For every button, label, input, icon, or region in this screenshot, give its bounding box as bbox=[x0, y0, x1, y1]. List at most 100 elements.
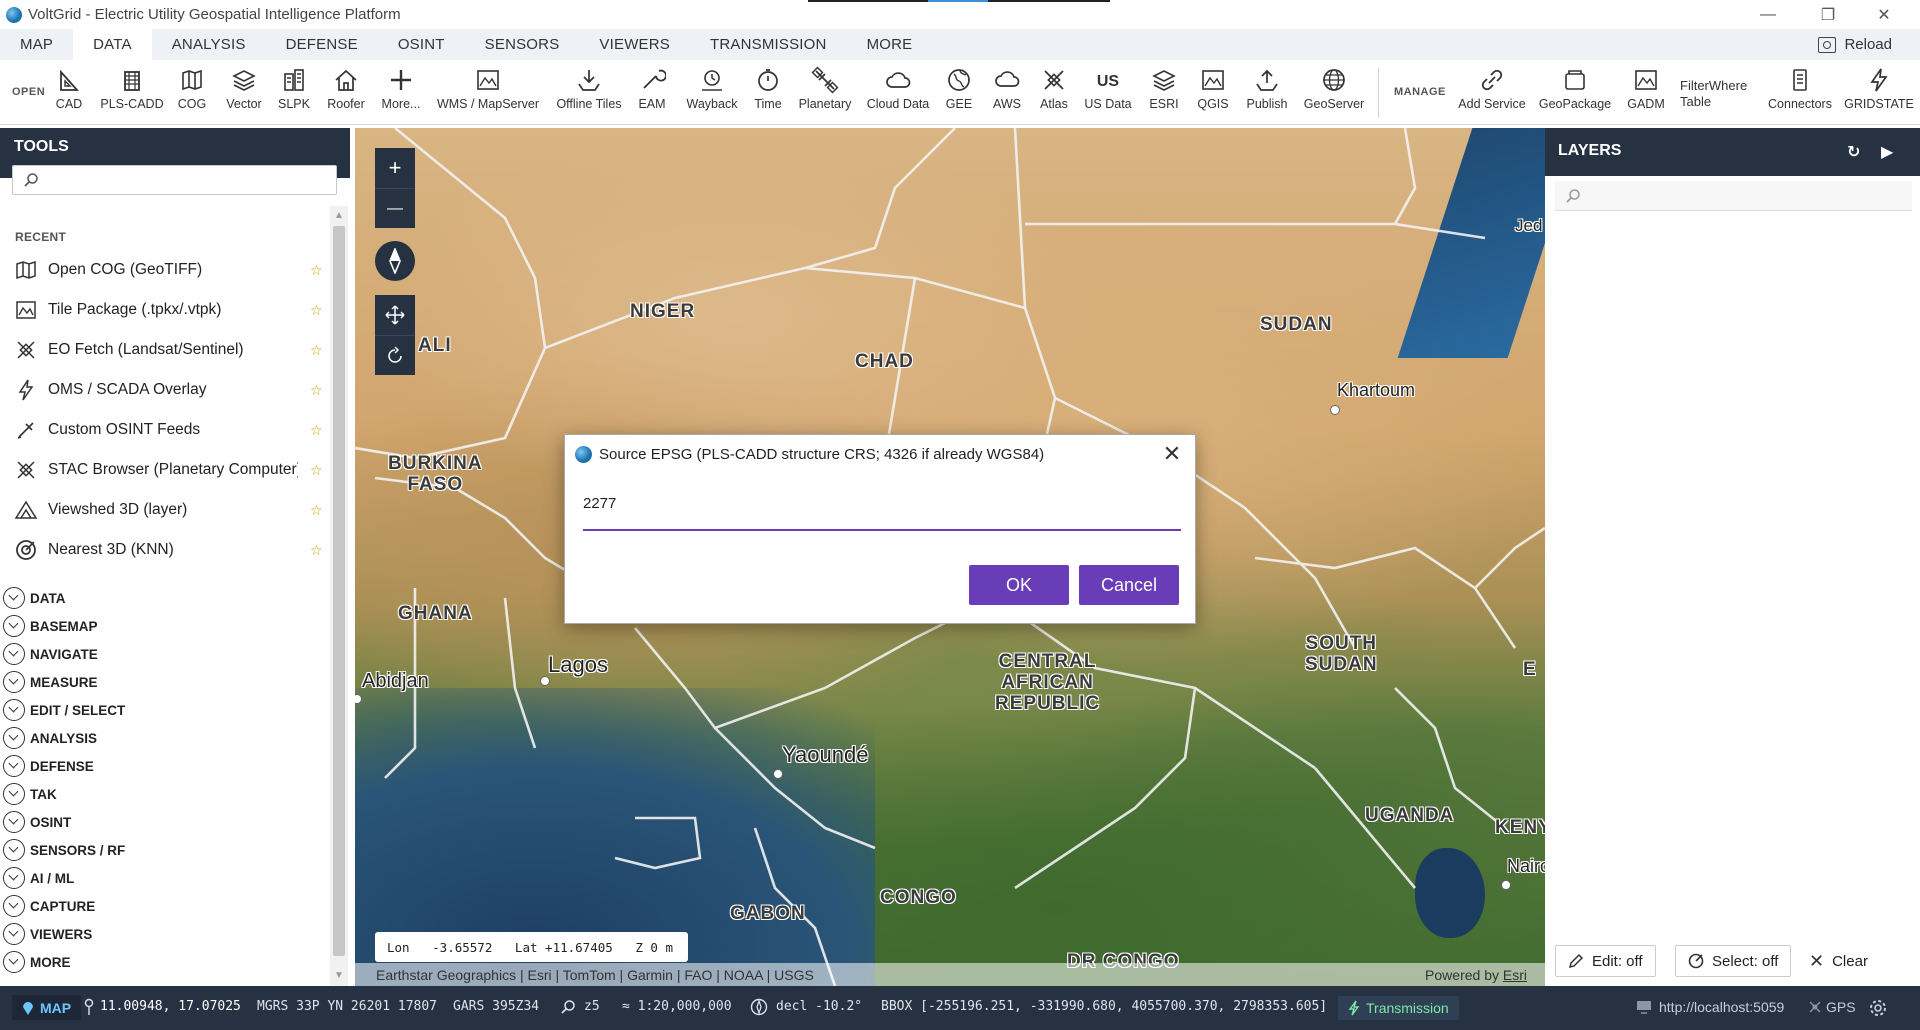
play-icon[interactable]: ▶ bbox=[1881, 142, 1893, 162]
recent-item-osint-feeds[interactable]: Custom OSINT Feeds ☆ bbox=[0, 410, 330, 450]
favorite-star-icon[interactable]: ☆ bbox=[310, 542, 323, 559]
tab-osint[interactable]: OSINT bbox=[378, 29, 465, 60]
scroll-down-icon[interactable]: ▼ bbox=[334, 970, 344, 981]
rotate-button[interactable] bbox=[375, 335, 415, 375]
cog-button[interactable]: COG bbox=[176, 66, 208, 120]
tab-viewers[interactable]: VIEWERS bbox=[579, 29, 690, 60]
compass-button[interactable] bbox=[375, 241, 415, 281]
offline-tiles-button[interactable]: Offline Tiles bbox=[554, 66, 624, 120]
tab-defense[interactable]: DEFENSE bbox=[266, 29, 378, 60]
tab-data[interactable]: DATA bbox=[73, 29, 152, 60]
category-ai-ml[interactable]: AI / ML bbox=[0, 864, 330, 892]
filterwhere-table-button[interactable]: FilterWhere Table bbox=[1680, 66, 1752, 120]
minimize-button[interactable]: — bbox=[1740, 0, 1796, 29]
favorite-star-icon[interactable]: ☆ bbox=[310, 462, 323, 479]
ok-button[interactable]: OK bbox=[969, 565, 1069, 605]
zoom-in-button[interactable]: + bbox=[375, 148, 415, 188]
tab-more[interactable]: MORE bbox=[847, 29, 933, 60]
cancel-button[interactable]: Cancel bbox=[1079, 565, 1179, 605]
esri-button[interactable]: ESRI bbox=[1148, 66, 1180, 120]
close-window-button[interactable]: ✕ bbox=[1856, 0, 1912, 29]
add-service-button[interactable]: Add Service bbox=[1458, 66, 1526, 120]
gridstate-button[interactable]: GRIDSTATE bbox=[1844, 66, 1914, 120]
favorite-star-icon[interactable]: ☆ bbox=[310, 342, 323, 359]
wayback-button[interactable]: Wayback bbox=[684, 66, 740, 120]
planetary-button[interactable]: Planetary bbox=[798, 66, 852, 120]
reload-button[interactable]: Reload bbox=[1818, 29, 1892, 60]
favorite-star-icon[interactable]: ☆ bbox=[310, 262, 323, 279]
more-open-button[interactable]: More... bbox=[380, 66, 422, 120]
esri-link[interactable]: Esri bbox=[1503, 967, 1527, 983]
epsg-input[interactable]: 2277 bbox=[583, 487, 1181, 531]
tools-search-input[interactable] bbox=[12, 165, 337, 195]
eam-button[interactable]: EAM bbox=[636, 66, 668, 120]
category-sensors-rf[interactable]: SENSORS / RF bbox=[0, 836, 330, 864]
category-data[interactable]: DATA bbox=[0, 584, 330, 612]
layers-search-input[interactable] bbox=[1555, 181, 1912, 211]
connectors-button[interactable]: Connectors bbox=[1766, 66, 1834, 120]
category-capture[interactable]: CAPTURE bbox=[0, 892, 330, 920]
slpk-button[interactable]: SLPK bbox=[278, 66, 310, 120]
status-map-button[interactable]: MAP bbox=[12, 995, 82, 1020]
roofer-button[interactable]: Roofer bbox=[326, 66, 366, 120]
geoserver-button[interactable]: GeoServer bbox=[1304, 66, 1364, 120]
recent-item-oms-scada[interactable]: OMS / SCADA Overlay ☆ bbox=[0, 370, 330, 410]
recent-item-tile-package[interactable]: Tile Package (.tpkx/.vtpk) ☆ bbox=[0, 290, 330, 330]
tab-map[interactable]: MAP bbox=[0, 29, 73, 60]
category-analysis[interactable]: ANALYSIS bbox=[0, 724, 330, 752]
gee-button[interactable]: GEE bbox=[944, 66, 974, 120]
favorite-star-icon[interactable]: ☆ bbox=[310, 302, 323, 319]
scroll-up-icon[interactable]: ▲ bbox=[334, 210, 344, 221]
us-data-button[interactable]: US US Data bbox=[1084, 66, 1132, 120]
category-osint[interactable]: OSINT bbox=[0, 808, 330, 836]
favorite-star-icon[interactable]: ☆ bbox=[310, 502, 323, 519]
scroll-thumb[interactable] bbox=[333, 226, 345, 956]
gadm-button[interactable]: GADM bbox=[1626, 66, 1666, 120]
cloud-data-button[interactable]: Cloud Data bbox=[866, 66, 930, 120]
category-more[interactable]: MORE bbox=[0, 948, 330, 976]
recent-item-eo-fetch[interactable]: EO Fetch (Landsat/Sentinel) ☆ bbox=[0, 330, 330, 370]
pan-button[interactable] bbox=[375, 295, 415, 335]
time-button[interactable]: Time bbox=[752, 66, 784, 120]
gear-icon[interactable] bbox=[1868, 998, 1888, 1018]
category-defense[interactable]: DEFENSE bbox=[0, 752, 330, 780]
chevron-down-icon bbox=[3, 923, 25, 945]
clear-button[interactable]: ✕ Clear bbox=[1797, 945, 1880, 977]
edit-toggle-button[interactable]: Edit: off bbox=[1555, 945, 1656, 977]
transmission-status-button[interactable]: Transmission bbox=[1338, 996, 1459, 1020]
refresh-layers-icon[interactable]: ↻ bbox=[1847, 142, 1860, 162]
geopackage-button[interactable]: GeoPackage bbox=[1539, 66, 1611, 120]
cad-button[interactable]: CAD bbox=[52, 66, 86, 120]
layers-header: LAYERS ↻ ▶ bbox=[1545, 128, 1920, 176]
select-toggle-button[interactable]: Select: off bbox=[1675, 945, 1792, 977]
tab-sensors[interactable]: SENSORS bbox=[465, 29, 580, 60]
category-viewers[interactable]: VIEWERS bbox=[0, 920, 330, 948]
category-measure[interactable]: MEASURE bbox=[0, 668, 330, 696]
publish-button[interactable]: Publish bbox=[1244, 66, 1290, 120]
category-basemap[interactable]: BASEMAP bbox=[0, 612, 330, 640]
zoom-out-button[interactable]: — bbox=[375, 188, 415, 228]
category-tak[interactable]: TAK bbox=[0, 780, 330, 808]
aws-button[interactable]: AWS bbox=[990, 66, 1024, 120]
recent-item-nearest-3d[interactable]: Nearest 3D (KNN) ☆ bbox=[0, 530, 330, 570]
category-edit-select[interactable]: EDIT / SELECT bbox=[0, 696, 330, 724]
city-dot-nairobi bbox=[1501, 880, 1511, 890]
tab-analysis[interactable]: ANALYSIS bbox=[152, 29, 266, 60]
wms-mapserver-button[interactable]: WMS / MapServer bbox=[436, 66, 540, 120]
select-target-icon bbox=[1688, 953, 1704, 969]
tools-scrollbar[interactable]: ▲ ▼ bbox=[330, 206, 348, 986]
tab-transmission[interactable]: TRANSMISSION bbox=[690, 29, 847, 60]
pls-cadd-button[interactable]: PLS-CADD bbox=[100, 66, 164, 120]
category-navigate[interactable]: NAVIGATE bbox=[0, 640, 330, 668]
favorite-star-icon[interactable]: ☆ bbox=[310, 422, 323, 439]
restore-button[interactable]: ❐ bbox=[1800, 0, 1856, 29]
vector-button[interactable]: Vector bbox=[224, 66, 264, 120]
qgis-button[interactable]: QGIS bbox=[1196, 66, 1230, 120]
dialog-close-button[interactable]: ✕ bbox=[1159, 441, 1185, 467]
atlas-button[interactable]: Atlas bbox=[1038, 66, 1070, 120]
recent-item-stac-browser[interactable]: STAC Browser (Planetary Computer) ☆ bbox=[0, 450, 330, 490]
recent-item-viewshed[interactable]: Viewshed 3D (layer) ☆ bbox=[0, 490, 330, 530]
recent-item-open-cog[interactable]: Open COG (GeoTIFF) ☆ bbox=[0, 250, 330, 290]
main-menu: MAP DATA ANALYSIS DEFENSE OSINT SENSORS … bbox=[0, 29, 1920, 60]
favorite-star-icon[interactable]: ☆ bbox=[310, 382, 323, 399]
